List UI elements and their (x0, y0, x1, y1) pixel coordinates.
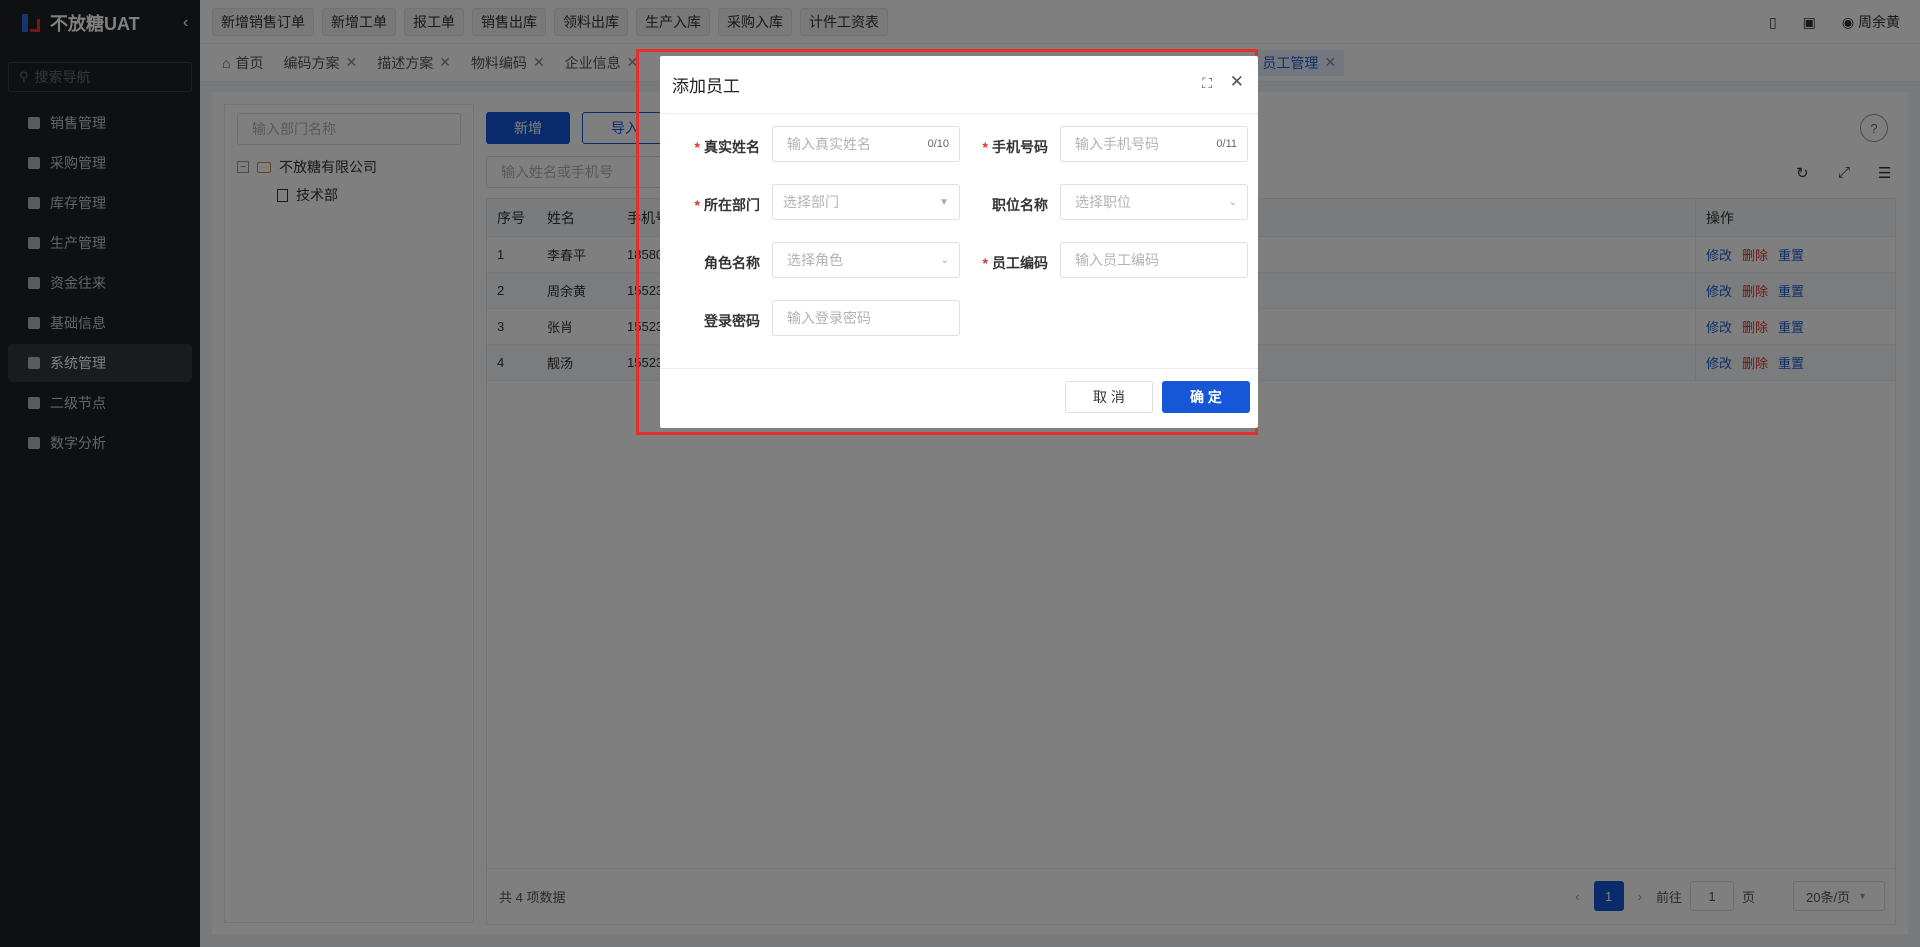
position-label: 职位名称 (992, 197, 1048, 213)
char-counter: 0/11 (1216, 138, 1237, 150)
add-employee-dialog: 添加员工 ⛶ ✕ * 真实姓名 输入真实姓名 0/10 * 手机号码 输入手机号码 0/… (660, 56, 1258, 428)
confirm-button[interactable]: 确 定 (1162, 381, 1250, 413)
dept-label: * 所在部门 (694, 197, 760, 213)
dialog-form: * 真实姓名 输入真实姓名 0/10 * 手机号码 输入手机号码 0/11 * 所在部门 … (660, 114, 1258, 368)
real-name-label: * 真实姓名 (694, 139, 760, 155)
placeholder: 选择部门 (783, 194, 839, 210)
dialog-header: 添加员工 ⛶ ✕ (660, 56, 1258, 114)
placeholder: 选择职位 (1075, 194, 1131, 210)
cancel-button[interactable]: 取 消 (1065, 381, 1153, 413)
phone-input[interactable]: 输入手机号码 0/11 (1060, 126, 1248, 162)
position-select[interactable]: 选择职位 ⌄ (1060, 184, 1248, 220)
close-icon[interactable]: ✕ (1230, 72, 1244, 92)
char-counter: 0/10 (927, 138, 949, 150)
dialog-title: 添加员工 (672, 77, 740, 96)
placeholder: 输入登录密码 (787, 310, 871, 326)
real-name-input[interactable]: 输入真实姓名 0/10 (772, 126, 960, 162)
placeholder: 输入手机号码 (1075, 136, 1159, 152)
maximize-icon[interactable]: ⛶ (1202, 75, 1212, 92)
role-select[interactable]: 选择角色 ⌄ (772, 242, 960, 278)
phone-label: * 手机号码 (982, 139, 1048, 155)
emp-code-label: * 员工编码 (982, 255, 1048, 271)
chevron-down-icon: ⌄ (1228, 196, 1237, 208)
emp-code-input[interactable]: 输入员工编码 (1060, 242, 1248, 278)
role-label: 角色名称 (704, 255, 760, 271)
placeholder: 输入员工编码 (1075, 252, 1159, 268)
dialog-footer: 取 消 确 定 (660, 368, 1258, 428)
placeholder: 选择角色 (787, 252, 843, 268)
dept-select[interactable]: 选择部门 ▼ (772, 184, 960, 220)
password-input[interactable]: 输入登录密码 (772, 300, 960, 336)
password-label: 登录密码 (704, 313, 760, 329)
placeholder: 输入真实姓名 (787, 136, 871, 152)
